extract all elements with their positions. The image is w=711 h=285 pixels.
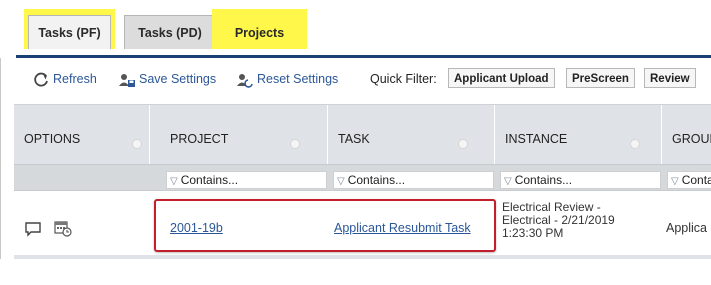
column-header-group-label: GROUP bbox=[672, 132, 711, 146]
column-header-instance[interactable]: INSTANCE bbox=[495, 105, 662, 165]
filter-placeholder: Contains... bbox=[681, 173, 711, 187]
column-header-group[interactable]: GROUP bbox=[662, 105, 711, 165]
reset-settings-icon bbox=[236, 71, 254, 89]
save-settings-icon bbox=[118, 71, 136, 89]
column-header-options[interactable]: OPTIONS bbox=[14, 105, 150, 165]
toolbar: Refresh Save Settings Reset Settings Qui… bbox=[0, 62, 711, 96]
group-filter-input[interactable]: ▽Contains... bbox=[667, 171, 711, 189]
group-text: Applica bbox=[666, 221, 707, 235]
tab-tasks-pf[interactable]: Tasks (PF) bbox=[24, 9, 115, 49]
filter-icon: ▽ bbox=[504, 176, 512, 187]
column-header-instance-label: INSTANCE bbox=[505, 132, 568, 146]
quick-filter-applicant-upload[interactable]: Applicant Upload bbox=[448, 68, 555, 88]
refresh-icon bbox=[32, 71, 50, 89]
filter-icon: ▽ bbox=[337, 176, 345, 187]
refresh-label: Refresh bbox=[53, 72, 97, 86]
tasks-grid: OPTIONS PROJECT TASK INSTANCE GROUP ▽Con… bbox=[14, 104, 711, 259]
tab-projects[interactable]: Projects bbox=[212, 9, 307, 49]
instance-text: Electrical Review - Electrical - 2/21/20… bbox=[502, 200, 615, 240]
save-settings-label: Save Settings bbox=[139, 72, 217, 86]
tab-tasks-pd-label: Tasks (PD) bbox=[124, 15, 216, 49]
filter-placeholder: Contains... bbox=[347, 173, 406, 187]
project-filter-input[interactable]: ▽ Contains... bbox=[166, 171, 327, 189]
column-menu-icon[interactable] bbox=[458, 139, 468, 149]
filter-row: ▽ Contains... ▽ Contains... ▽ Contains... ▽… bbox=[14, 164, 711, 191]
column-header-project-label: PROJECT bbox=[170, 132, 229, 146]
save-settings-button[interactable]: Save Settings bbox=[118, 69, 216, 89]
annotation-highlight-box bbox=[154, 199, 496, 252]
filter-icon: ▽ bbox=[170, 176, 178, 187]
task-filter-input[interactable]: ▽ Contains... bbox=[333, 171, 494, 189]
tab-bar: Tasks (PF) Tasks (PD) Projects bbox=[0, 0, 711, 58]
quick-filter-review[interactable]: Review bbox=[644, 68, 696, 88]
tab-tasks-pd[interactable]: Tasks (PD) bbox=[120, 9, 220, 49]
column-menu-icon[interactable] bbox=[630, 139, 640, 149]
column-header-task-label: TASK bbox=[338, 132, 370, 146]
filter-icon: ▽ bbox=[671, 176, 679, 187]
reset-settings-button[interactable]: Reset Settings bbox=[236, 69, 338, 89]
group-cell: Applica bbox=[666, 221, 711, 285]
reset-settings-label: Reset Settings bbox=[257, 72, 339, 86]
tab-underline bbox=[16, 55, 711, 58]
instance-filter-input[interactable]: ▽ Contains... bbox=[500, 171, 661, 189]
filter-placeholder: Contains... bbox=[180, 173, 239, 187]
filter-placeholder: Contains... bbox=[514, 173, 573, 187]
quick-filter-prescreen[interactable]: PreScreen bbox=[566, 68, 635, 88]
refresh-button[interactable]: Refresh bbox=[32, 69, 97, 89]
column-header-project[interactable]: PROJECT bbox=[160, 105, 328, 165]
tab-projects-label: Projects bbox=[216, 15, 303, 49]
column-menu-icon[interactable] bbox=[290, 139, 300, 149]
column-menu-icon[interactable] bbox=[132, 139, 142, 149]
tab-tasks-pf-label: Tasks (PF) bbox=[28, 15, 111, 49]
grid-footer-band bbox=[14, 255, 711, 259]
column-header-options-label: OPTIONS bbox=[24, 132, 81, 146]
quick-filter-label: Quick Filter: bbox=[370, 72, 437, 86]
comment-icon[interactable] bbox=[24, 221, 42, 241]
calendar-icon[interactable] bbox=[54, 219, 72, 239]
grid-header: OPTIONS PROJECT TASK INSTANCE GROUP bbox=[14, 104, 711, 165]
column-header-task[interactable]: TASK bbox=[328, 105, 495, 165]
